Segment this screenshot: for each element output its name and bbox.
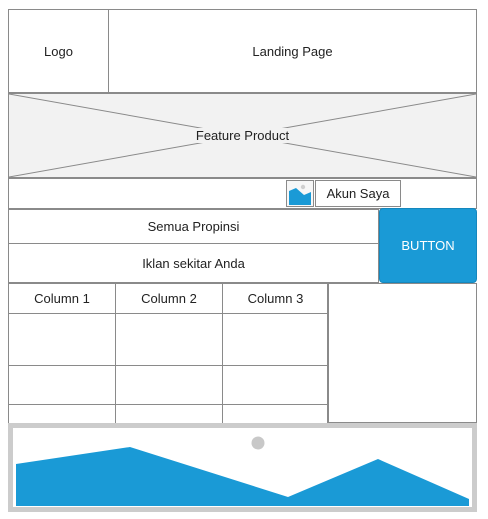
column-header[interactable]: Column 1: [8, 283, 116, 314]
feature-product-banner[interactable]: Feature Product: [8, 93, 477, 178]
province-label: Semua Propinsi: [147, 219, 240, 234]
image-icon[interactable]: [286, 180, 314, 207]
my-account-button[interactable]: Akun Saya: [315, 180, 401, 207]
image-placeholder-icon: [16, 436, 469, 506]
table-cell: [115, 313, 223, 366]
table-cell: [115, 404, 223, 424]
nearby-ads-select[interactable]: Iklan sekitar Anda: [8, 243, 379, 283]
logo-label: Logo: [44, 43, 73, 59]
table-cell: [8, 313, 116, 366]
table-cell: [222, 404, 329, 424]
table-row[interactable]: [8, 365, 329, 405]
province-select[interactable]: Semua Propinsi: [8, 209, 379, 244]
table-cell: [8, 365, 116, 405]
table-row[interactable]: [8, 313, 329, 366]
action-button-label: BUTTON: [401, 238, 455, 253]
table-header-row: Column 1 Column 2 Column 3: [8, 283, 329, 314]
table-cell: [8, 404, 116, 424]
table-cell: [115, 365, 223, 405]
page-title-box: Landing Page: [108, 9, 477, 93]
page-title: Landing Page: [252, 43, 333, 59]
my-account-label: Akun Saya: [326, 186, 390, 201]
data-table: Column 1 Column 2 Column 3: [8, 283, 329, 424]
feature-product-label: Feature Product: [193, 128, 292, 143]
column-header[interactable]: Column 3: [222, 283, 329, 314]
column-header[interactable]: Column 2: [115, 283, 223, 314]
nearby-ads-label: Iklan sekitar Anda: [142, 255, 245, 271]
table-cell: [222, 313, 329, 366]
table-row[interactable]: [8, 404, 329, 424]
account-row: [8, 178, 477, 209]
logo-box[interactable]: Logo: [8, 9, 109, 93]
table-cell: [222, 365, 329, 405]
action-button[interactable]: BUTTON: [379, 208, 477, 283]
image-placeholder[interactable]: [8, 423, 477, 512]
side-panel: [327, 283, 477, 423]
